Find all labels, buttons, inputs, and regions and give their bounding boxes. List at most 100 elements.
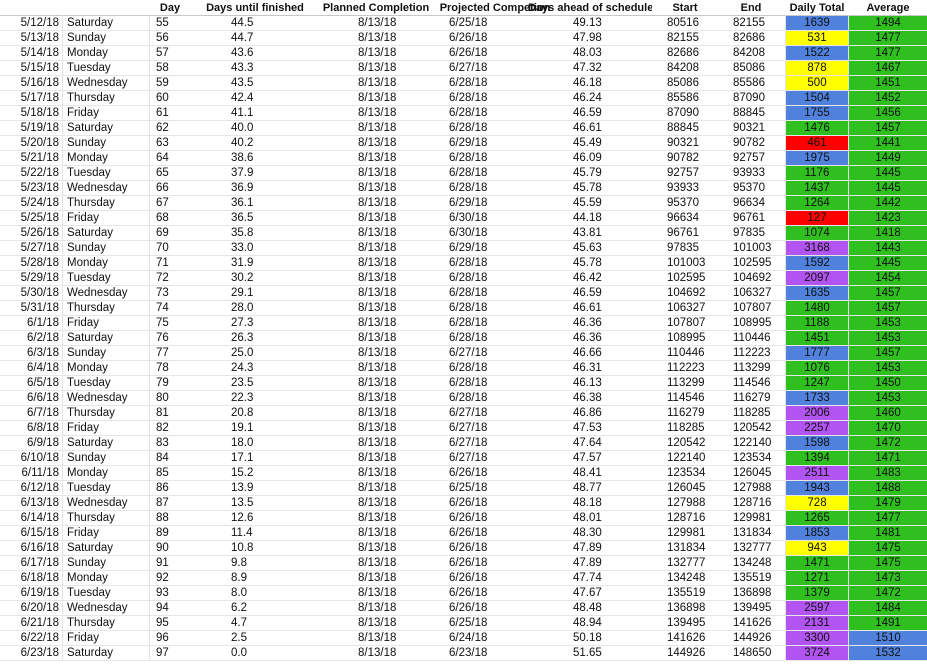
- projected-completion-cell[interactable]: 6/26/18: [432, 46, 558, 61]
- weekday-cell[interactable]: Tuesday: [63, 376, 149, 391]
- day-number-cell[interactable]: 67: [150, 196, 190, 211]
- start-cell[interactable]: 102595: [652, 271, 718, 286]
- average-cell[interactable]: 1473: [849, 571, 927, 586]
- planned-completion-cell[interactable]: 8/13/18: [320, 376, 432, 391]
- day-number-cell[interactable]: 93: [150, 586, 190, 601]
- daily-total-cell[interactable]: 1247: [785, 376, 849, 391]
- day-number-cell[interactable]: 59: [150, 76, 190, 91]
- average-cell[interactable]: 1453: [849, 331, 927, 346]
- start-cell[interactable]: 90782: [652, 151, 718, 166]
- end-cell[interactable]: 120542: [718, 421, 784, 436]
- days-until-finished-cell[interactable]: 30.2: [190, 271, 320, 286]
- projected-completion-cell[interactable]: 6/27/18: [432, 346, 558, 361]
- end-cell[interactable]: 95370: [718, 181, 784, 196]
- projected-completion-cell[interactable]: 6/28/18: [432, 286, 558, 301]
- start-cell[interactable]: 127988: [652, 496, 718, 511]
- daily-total-cell[interactable]: 2097: [785, 271, 849, 286]
- end-cell[interactable]: 148650: [718, 646, 784, 661]
- day-number-cell[interactable]: 74: [150, 301, 190, 316]
- day-number-cell[interactable]: 56: [150, 31, 190, 46]
- projected-completion-cell[interactable]: 6/27/18: [432, 406, 558, 421]
- days-until-finished-cell[interactable]: 37.9: [190, 166, 320, 181]
- days-ahead-cell[interactable]: 47.53: [558, 421, 652, 436]
- daily-total-cell[interactable]: 1733: [785, 391, 849, 406]
- projected-completion-cell[interactable]: 6/28/18: [432, 361, 558, 376]
- day-number-cell[interactable]: 61: [150, 106, 190, 121]
- planned-completion-cell[interactable]: 8/13/18: [320, 256, 432, 271]
- start-cell[interactable]: 120542: [652, 436, 718, 451]
- planned-completion-cell[interactable]: 8/13/18: [320, 556, 432, 571]
- planned-completion-cell[interactable]: 8/13/18: [320, 331, 432, 346]
- daily-total-cell[interactable]: 1074: [785, 226, 849, 241]
- end-cell[interactable]: 118285: [718, 406, 784, 421]
- days-until-finished-cell[interactable]: 40.0: [190, 121, 320, 136]
- days-ahead-cell[interactable]: 46.09: [558, 151, 652, 166]
- planned-completion-cell[interactable]: 8/13/18: [320, 526, 432, 541]
- weekday-cell[interactable]: Wednesday: [63, 496, 149, 511]
- planned-completion-cell[interactable]: 8/13/18: [320, 181, 432, 196]
- header-cell-average[interactable]: Average: [849, 0, 927, 16]
- days-until-finished-cell[interactable]: 26.3: [190, 331, 320, 346]
- days-until-finished-cell[interactable]: 13.5: [190, 496, 320, 511]
- days-ahead-cell[interactable]: 46.18: [558, 76, 652, 91]
- date-cell[interactable]: 5/21/18: [0, 151, 62, 166]
- daily-total-cell[interactable]: 1264: [785, 196, 849, 211]
- day-number-cell[interactable]: 96: [150, 631, 190, 646]
- daily-total-cell[interactable]: 1188: [785, 316, 849, 331]
- days-until-finished-cell[interactable]: 4.7: [190, 616, 320, 631]
- date-cell[interactable]: 5/12/18: [0, 16, 62, 31]
- end-cell[interactable]: 144926: [718, 631, 784, 646]
- days-until-finished-cell[interactable]: 2.5: [190, 631, 320, 646]
- planned-completion-cell[interactable]: 8/13/18: [320, 196, 432, 211]
- start-cell[interactable]: 96761: [652, 226, 718, 241]
- projected-completion-cell[interactable]: 6/28/18: [432, 121, 558, 136]
- average-cell[interactable]: 1488: [849, 481, 927, 496]
- days-until-finished-cell[interactable]: 36.1: [190, 196, 320, 211]
- projected-completion-cell[interactable]: 6/24/18: [432, 631, 558, 646]
- days-ahead-cell[interactable]: 51.65: [558, 646, 652, 661]
- start-cell[interactable]: 104692: [652, 286, 718, 301]
- weekday-cell[interactable]: Monday: [63, 46, 149, 61]
- days-ahead-cell[interactable]: 48.03: [558, 46, 652, 61]
- end-cell[interactable]: 112223: [718, 346, 784, 361]
- start-cell[interactable]: 113299: [652, 376, 718, 391]
- daily-total-cell[interactable]: 1592: [785, 256, 849, 271]
- days-ahead-cell[interactable]: 45.78: [558, 256, 652, 271]
- end-cell[interactable]: 116279: [718, 391, 784, 406]
- header-cell-planned-completion[interactable]: Planned Completion: [320, 0, 432, 16]
- days-ahead-cell[interactable]: 48.94: [558, 616, 652, 631]
- weekday-cell[interactable]: Tuesday: [63, 166, 149, 181]
- days-ahead-cell[interactable]: 48.41: [558, 466, 652, 481]
- end-cell[interactable]: 123534: [718, 451, 784, 466]
- end-cell[interactable]: 88845: [718, 106, 784, 121]
- days-until-finished-cell[interactable]: 28.0: [190, 301, 320, 316]
- average-cell[interactable]: 1453: [849, 316, 927, 331]
- days-ahead-cell[interactable]: 47.57: [558, 451, 652, 466]
- day-number-cell[interactable]: 68: [150, 211, 190, 226]
- end-cell[interactable]: 93933: [718, 166, 784, 181]
- days-ahead-cell[interactable]: 46.59: [558, 286, 652, 301]
- start-cell[interactable]: 112223: [652, 361, 718, 376]
- days-ahead-cell[interactable]: 47.89: [558, 541, 652, 556]
- planned-completion-cell[interactable]: 8/13/18: [320, 301, 432, 316]
- average-cell[interactable]: 1470: [849, 421, 927, 436]
- day-number-cell[interactable]: 89: [150, 526, 190, 541]
- end-cell[interactable]: 104692: [718, 271, 784, 286]
- days-until-finished-cell[interactable]: 20.8: [190, 406, 320, 421]
- day-number-cell[interactable]: 81: [150, 406, 190, 421]
- date-cell[interactable]: 6/8/18: [0, 421, 62, 436]
- start-cell[interactable]: 131834: [652, 541, 718, 556]
- days-ahead-cell[interactable]: 47.98: [558, 31, 652, 46]
- daily-total-cell[interactable]: 3300: [785, 631, 849, 646]
- projected-completion-cell[interactable]: 6/25/18: [432, 616, 558, 631]
- days-until-finished-cell[interactable]: 33.0: [190, 241, 320, 256]
- average-cell[interactable]: 1445: [849, 256, 927, 271]
- start-cell[interactable]: 96634: [652, 211, 718, 226]
- header-cell-day[interactable]: Day: [150, 0, 190, 16]
- planned-completion-cell[interactable]: 8/13/18: [320, 76, 432, 91]
- days-until-finished-cell[interactable]: 36.9: [190, 181, 320, 196]
- date-cell[interactable]: 5/22/18: [0, 166, 62, 181]
- day-number-cell[interactable]: 78: [150, 361, 190, 376]
- day-number-cell[interactable]: 84: [150, 451, 190, 466]
- start-cell[interactable]: 107807: [652, 316, 718, 331]
